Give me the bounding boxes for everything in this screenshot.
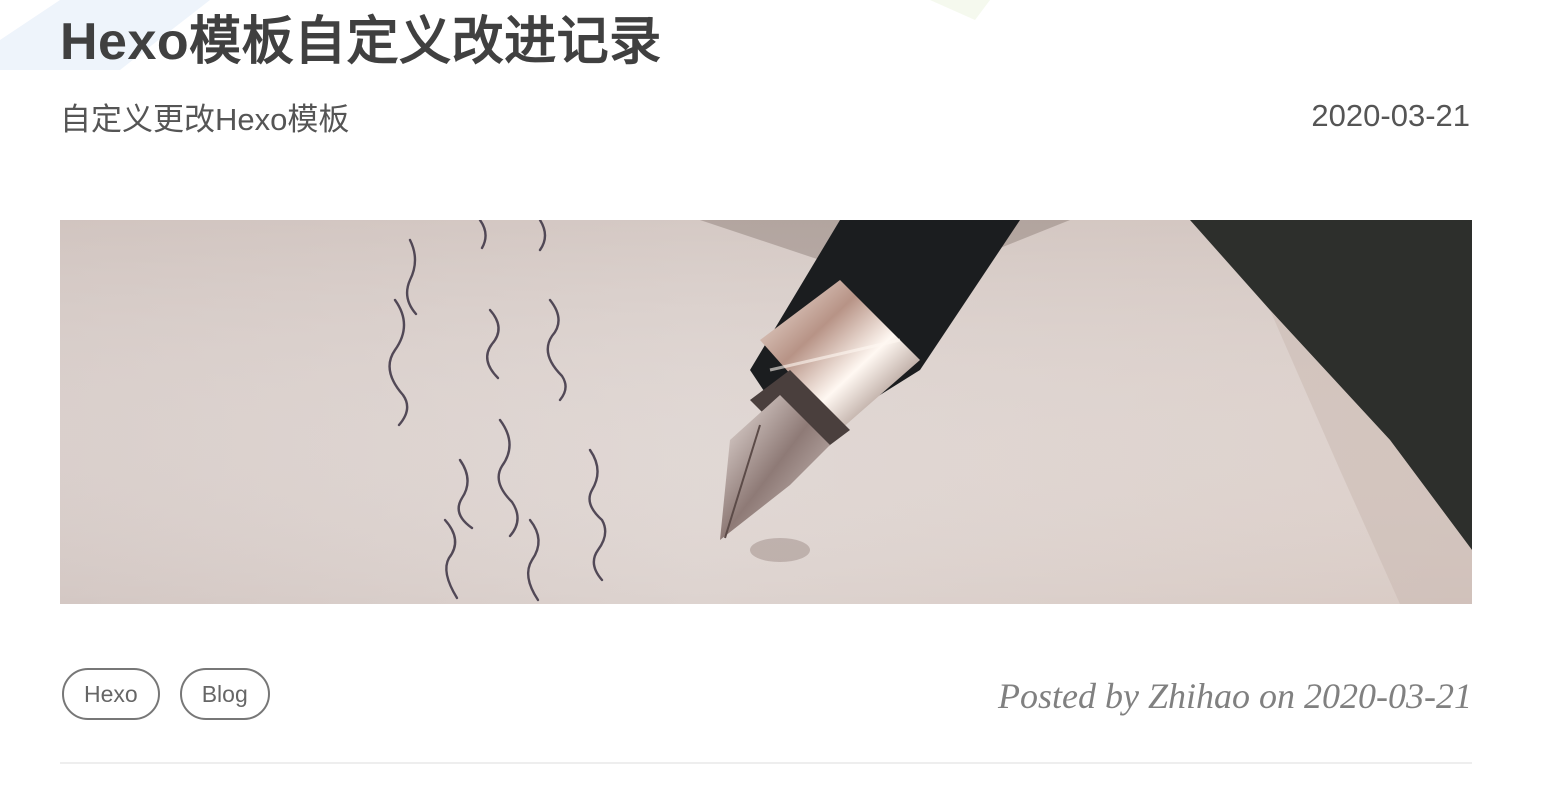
post-date: 2020-03-21 <box>1311 98 1470 133</box>
tag-blog[interactable]: Blog <box>179 668 270 720</box>
tag-list: Hexo Blog <box>62 668 270 720</box>
post-meta: Posted by Zhihao on 2020-03-21 <box>998 676 1472 716</box>
post-cover-image[interactable] <box>60 220 1472 604</box>
post-preview: Hexo模板自定义改进记录 自定义更改Hexo模板 2020-03-21 Hex… <box>0 0 1552 810</box>
tag-hexo[interactable]: Hexo <box>62 668 160 720</box>
post-divider <box>60 762 1472 764</box>
post-subtitle: 自定义更改Hexo模板 <box>60 102 350 137</box>
fountain-pen-writing-icon <box>60 220 1472 604</box>
post-title[interactable]: Hexo模板自定义改进记录 <box>60 10 662 74</box>
